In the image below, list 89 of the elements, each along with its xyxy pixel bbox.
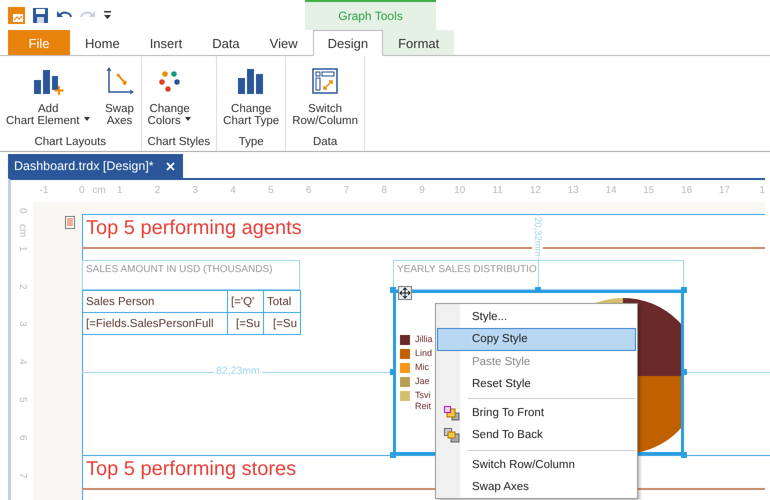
resize-handle[interactable] (390, 369, 396, 375)
menu-item[interactable]: Send To Back (437, 424, 636, 447)
table-cell: [=Su (228, 312, 264, 334)
ribbon-tab[interactable]: Design (312, 30, 384, 56)
axes-swap-icon (104, 66, 135, 96)
resize-handle[interactable] (390, 287, 396, 293)
ruler-number: 9 (419, 185, 425, 196)
ruler-number: 1 (759, 185, 765, 196)
legend-label: Jillia (415, 334, 433, 345)
table-cell: Sales Person (82, 290, 228, 312)
chart-title: SALES AMOUNT IN USD (THOUSANDS) (82, 260, 300, 290)
menu-item[interactable]: Swap Axes (437, 476, 636, 498)
width-measure: 82,23mm (214, 365, 262, 377)
send-back-icon (444, 428, 460, 444)
ruler-number: 12 (530, 185, 541, 196)
ruler-number: -1 (40, 185, 48, 196)
ruler-number: 3 (192, 185, 198, 196)
ruler-unit: cm (17, 224, 28, 238)
ruler-number: 5 (268, 185, 274, 196)
ruler-number: 3 (17, 321, 28, 327)
bar-chart-icon (237, 68, 266, 94)
menu-item[interactable]: Reset Style (437, 372, 636, 396)
ruler-number: 4 (17, 359, 28, 365)
ruler-number: 7 (17, 472, 28, 478)
move-handle-icon[interactable] (398, 286, 412, 300)
section-title: Top 5 performing agents (86, 217, 302, 240)
height-measure: 20,32mm (532, 216, 543, 258)
legend-label: Lind (415, 348, 433, 359)
ribbon-button[interactable]: Swap Axes (104, 64, 135, 136)
report-icon (65, 216, 75, 229)
ribbon-button[interactable]: Switch Row/Column (292, 64, 358, 136)
ruler-number: 1 (17, 246, 28, 252)
ribbon-tab[interactable]: Insert (134, 30, 198, 55)
save-icon[interactable] (33, 8, 48, 22)
ruler-number: 8 (381, 185, 387, 196)
app-icon[interactable] (8, 6, 25, 24)
ribbon-button[interactable]: Change Chart Type (223, 64, 280, 136)
section-title: Top 5 performing stores (86, 458, 296, 481)
table-cell: Total (264, 290, 300, 312)
table-cell: [=Fields.SalesPersonFull (82, 312, 228, 334)
group-label: Chart Styles (148, 136, 210, 150)
bring-front-icon (444, 406, 460, 421)
ruler-number: 17 (718, 185, 730, 196)
legend-label: Tsvi Reit (415, 390, 432, 412)
menu-item[interactable]: Bring To Front (437, 402, 636, 424)
customize-caret-icon[interactable] (104, 11, 111, 19)
resize-handle[interactable] (535, 287, 541, 293)
menu-item[interactable]: Switch Row/Column (437, 453, 636, 476)
contextual-tab-header: Graph Tools (305, 0, 436, 30)
group-label: Chart Layouts (33, 136, 108, 150)
ruler-unit: cm (92, 185, 106, 196)
ruler-number: 1 (116, 185, 122, 196)
ribbon-tab[interactable]: Home (70, 30, 135, 55)
ruler-number: 4 (230, 185, 236, 196)
ribbon-tab[interactable]: Data (197, 30, 255, 55)
ruler-number: 6 (306, 185, 312, 196)
legend-label: Jae (415, 376, 431, 387)
ruler-number: 11 (492, 185, 503, 196)
ruler-number: 7 (344, 185, 350, 196)
ribbon-tab[interactable]: Format (383, 30, 454, 55)
ruler-number: 5 (17, 397, 28, 403)
resize-handle[interactable] (681, 369, 687, 375)
ruler-number: 0 (79, 185, 85, 196)
ruler-number: 2 (17, 284, 28, 290)
document-tab[interactable]: Dashboard.trdx [Design]* (8, 154, 183, 178)
color-dots-icon (158, 69, 182, 93)
group-label: Type (238, 136, 265, 150)
legend-label: Mic (415, 362, 430, 373)
ruler-number: 0 (17, 208, 28, 214)
ribbon-button[interactable]: Change Colors (148, 64, 192, 136)
ruler-number: 16 (681, 185, 692, 196)
table-cell: [=Su (264, 312, 300, 334)
ruler-number: 6 (17, 434, 28, 440)
document-tab-title: Dashboard.trdx [Design]* (14, 159, 154, 173)
table-cell: [='Q' (228, 290, 264, 312)
resize-handle[interactable] (681, 287, 687, 293)
chart-title: YEARLY SALES DISTRIBUTIO (393, 260, 684, 290)
ruler-number: 10 (454, 185, 466, 196)
menu-item[interactable]: Style... (437, 306, 636, 328)
ribbon-tab[interactable]: View (254, 30, 313, 55)
menu-item[interactable]: Copy Style (437, 328, 636, 351)
group-label: Data (312, 136, 338, 150)
table-swap-icon (312, 68, 338, 94)
ribbon-button[interactable]: Add Chart Element (6, 64, 91, 136)
ruler-number: 15 (643, 185, 654, 196)
ruler-number: 2 (154, 185, 160, 196)
close-icon[interactable] (166, 162, 175, 170)
ruler-number: 13 (568, 185, 579, 196)
ruler-number: 14 (605, 185, 617, 196)
